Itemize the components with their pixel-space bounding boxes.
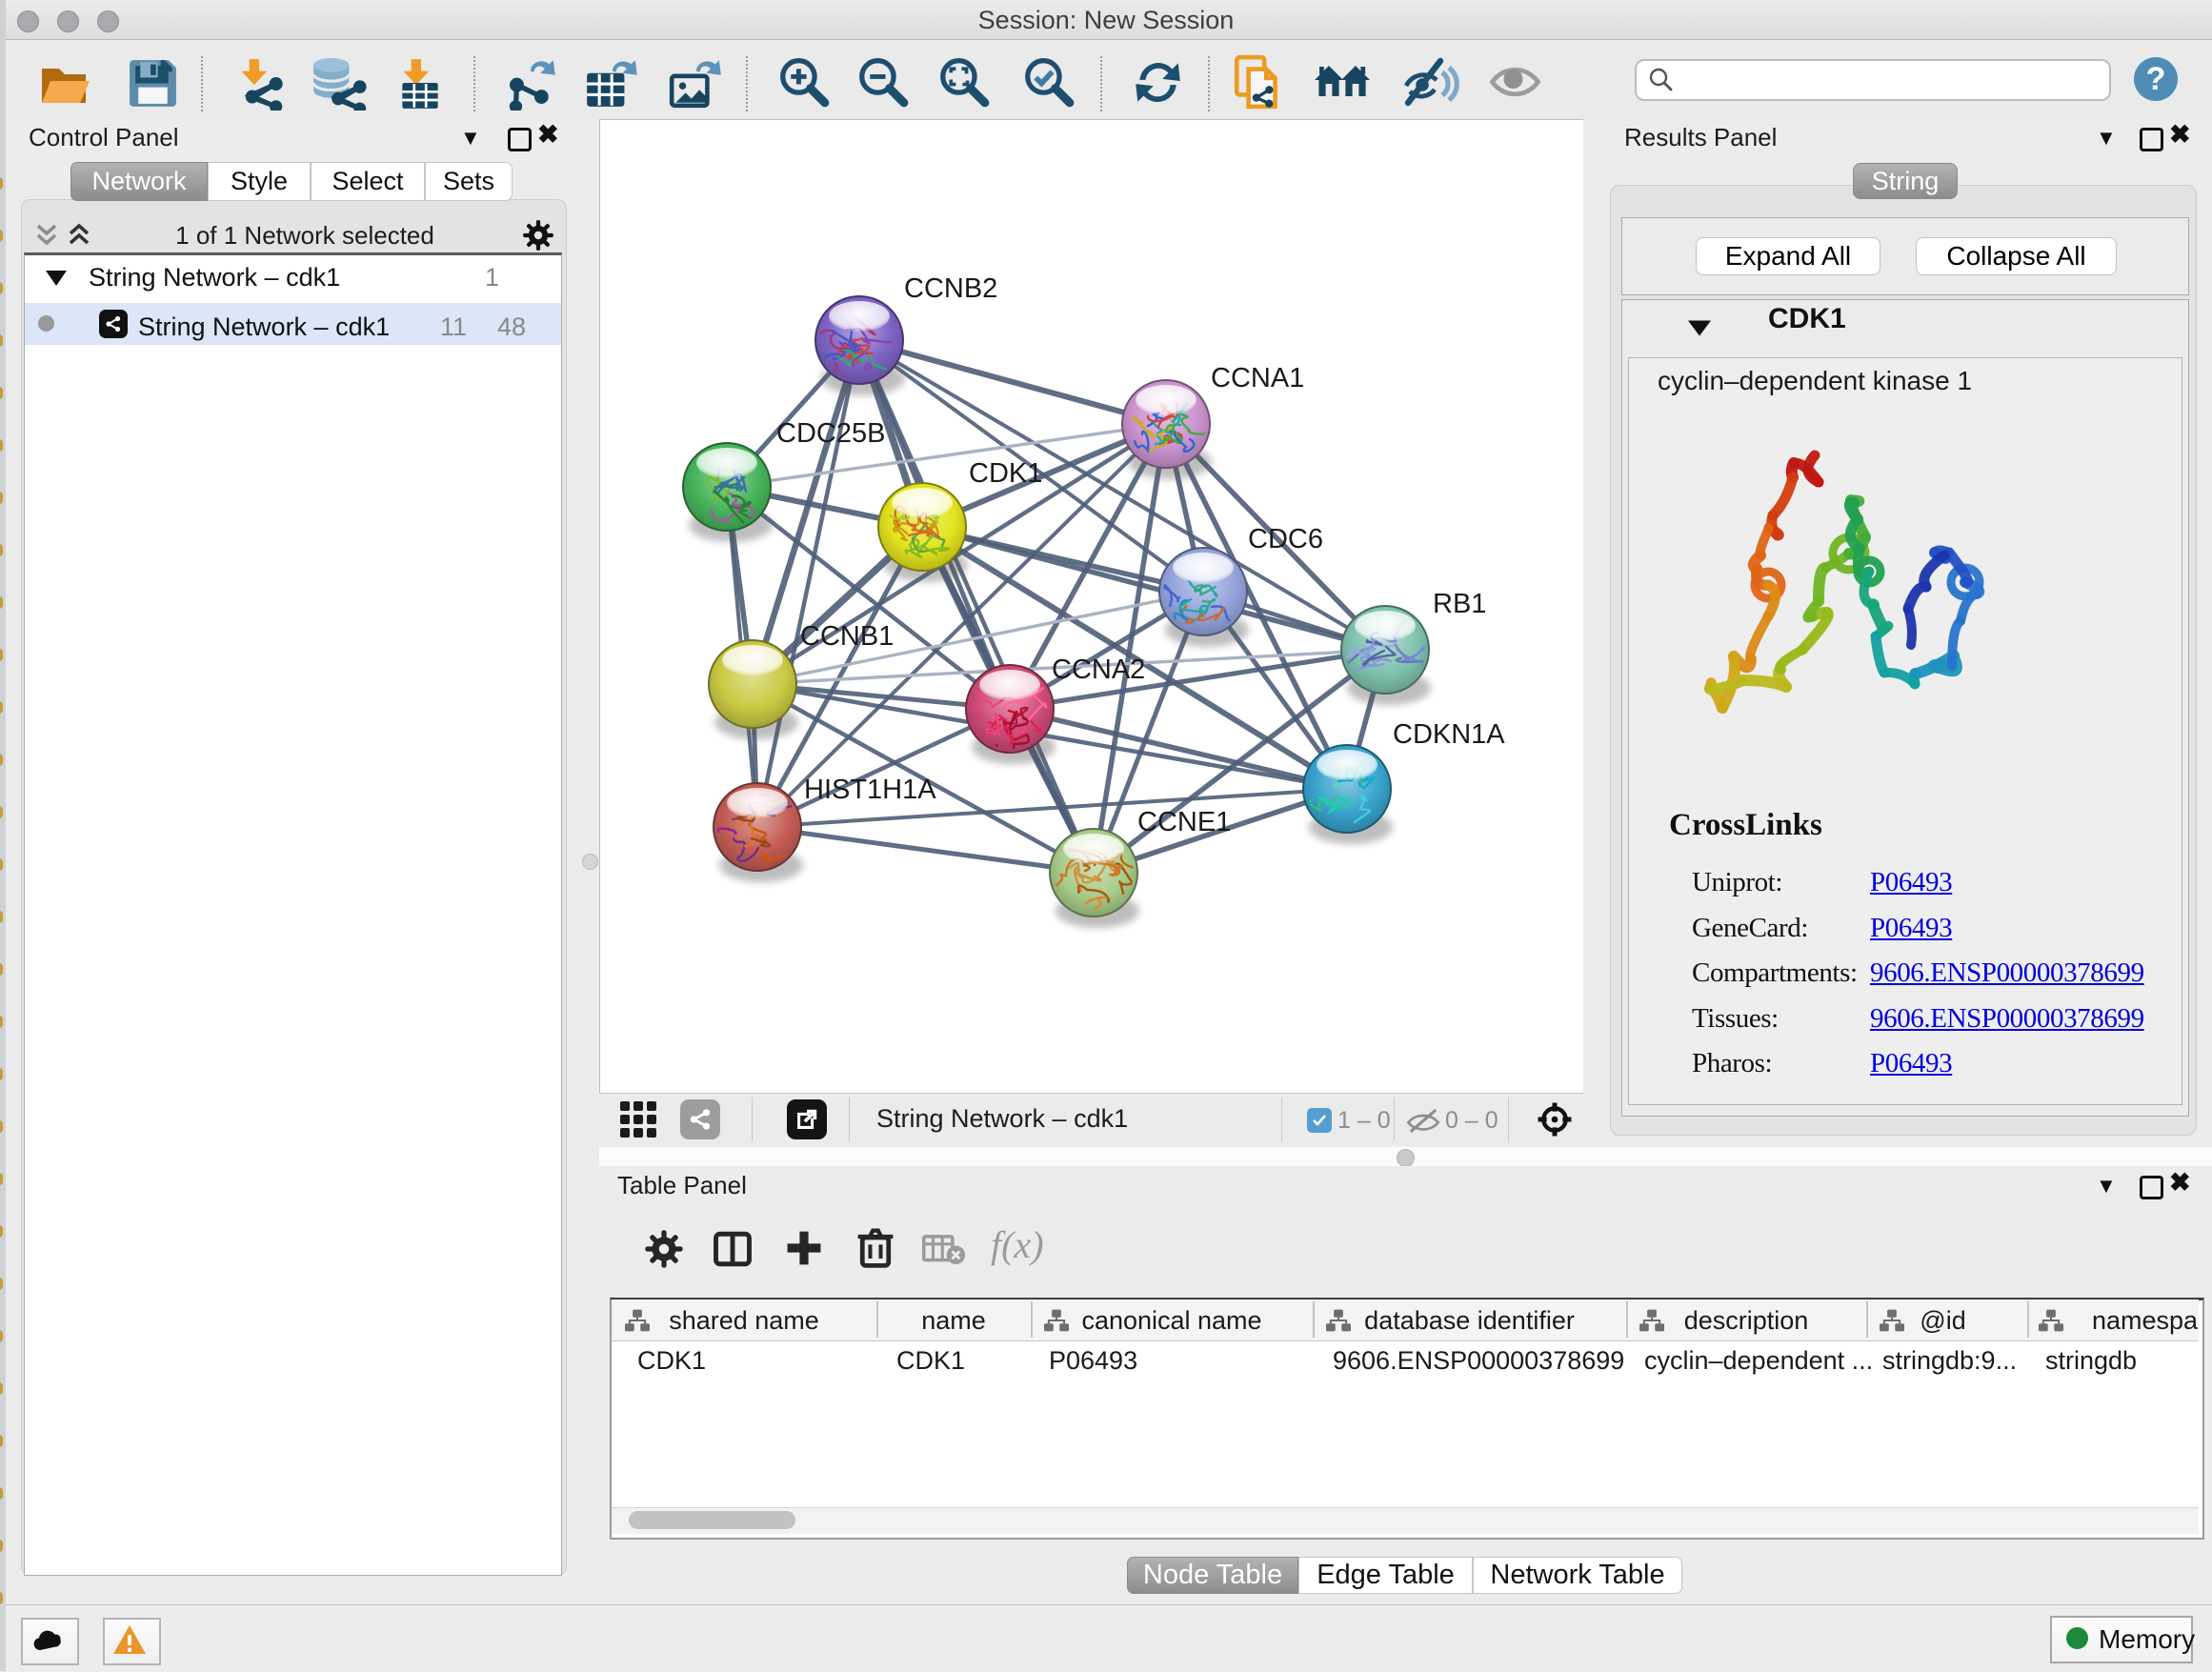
svg-text:CCNE1: CCNE1 — [1137, 807, 1231, 837]
svg-text:CDC25B: CDC25B — [776, 418, 885, 449]
svg-text:CCNA1: CCNA1 — [1211, 363, 1304, 393]
svg-text:CDC6: CDC6 — [1248, 524, 1323, 554]
svg-text:CDK1: CDK1 — [969, 458, 1042, 489]
svg-text:CCNB1: CCNB1 — [800, 621, 894, 652]
svg-text:CCNB2: CCNB2 — [904, 273, 997, 304]
svg-text:CCNA2: CCNA2 — [1052, 655, 1145, 685]
svg-text:RB1: RB1 — [1433, 589, 1486, 619]
svg-text:HIST1H1A: HIST1H1A — [804, 775, 936, 805]
svg-text:CDKN1A: CDKN1A — [1393, 719, 1505, 750]
